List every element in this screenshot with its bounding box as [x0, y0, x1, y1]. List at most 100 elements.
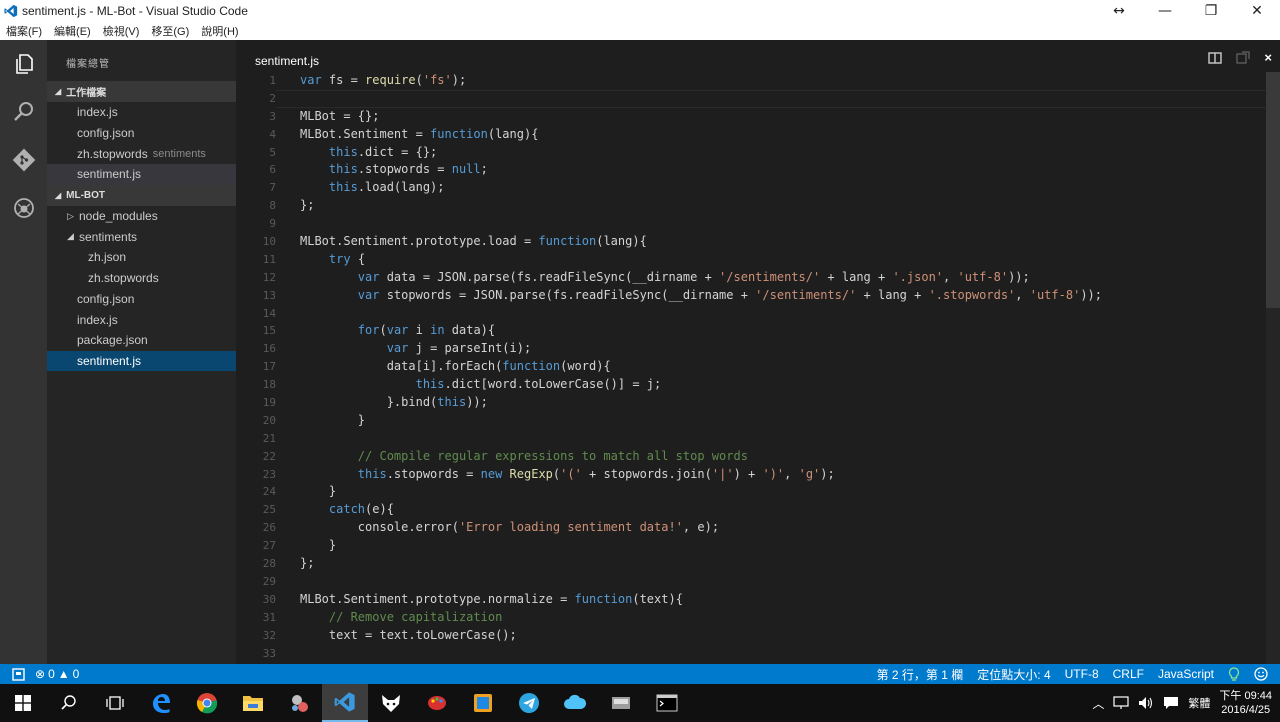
- code-line[interactable]: 24 }: [236, 483, 1266, 501]
- edge-app[interactable]: [138, 684, 184, 722]
- feedback-icon[interactable]: [12, 667, 25, 681]
- volume-icon[interactable]: [1138, 696, 1154, 710]
- working-file-item[interactable]: config.json: [47, 123, 236, 144]
- search-button[interactable]: [0, 88, 47, 136]
- encoding[interactable]: UTF-8: [1065, 667, 1099, 681]
- file-explorer-app[interactable]: [230, 684, 276, 722]
- code-line[interactable]: 12 var data = JSON.parse(fs.readFileSync…: [236, 269, 1266, 287]
- debug-button[interactable]: [0, 184, 47, 232]
- code-line[interactable]: 11 try {: [236, 251, 1266, 269]
- code-line[interactable]: 13 var stopwords = JSON.parse(fs.readFil…: [236, 287, 1266, 305]
- code-view[interactable]: 1 var fs = require('fs'); 2 3 MLBot = {}; 4 ML…: [236, 72, 1266, 664]
- open-changes-icon[interactable]: [1236, 51, 1251, 65]
- tray-expand-icon[interactable]: ︿: [1092, 695, 1104, 712]
- tree-file-active[interactable]: sentiment.js: [47, 350, 236, 372]
- app-11[interactable]: [552, 684, 598, 722]
- app-7[interactable]: [368, 684, 414, 722]
- tree-file[interactable]: index.js: [47, 309, 236, 330]
- code-line[interactable]: 15 for(var i in data){: [236, 322, 1266, 340]
- tree-file[interactable]: zh.stopwords: [47, 268, 236, 289]
- tree-folder-sentiments[interactable]: ◢ sentiments: [47, 226, 236, 247]
- code-line[interactable]: 16 var j = parseInt(i);: [236, 340, 1266, 358]
- code-line[interactable]: 14: [236, 305, 1266, 323]
- task-view-button[interactable]: [92, 684, 138, 722]
- working-files-header[interactable]: ◢ 工作檔案: [47, 81, 236, 102]
- code-line[interactable]: 28};: [236, 555, 1266, 573]
- minimize-button[interactable]: —: [1142, 3, 1188, 19]
- tree-file[interactable]: zh.json: [47, 247, 236, 268]
- file-label: index.js: [77, 105, 118, 120]
- code-line[interactable]: 26 console.error('Error loading sentimen…: [236, 519, 1266, 537]
- ime-indicator[interactable]: 繁體: [1188, 695, 1210, 711]
- code-line[interactable]: 30 MLBot.Sentiment.prototype.normalize = …: [236, 591, 1266, 609]
- line-ending[interactable]: CRLF: [1113, 667, 1144, 681]
- cortana-search-button[interactable]: [46, 684, 92, 722]
- start-button[interactable]: [0, 684, 46, 722]
- code-line[interactable]: 4 MLBot.Sentiment = function(lang){: [236, 126, 1266, 144]
- code-line[interactable]: 5 this.dict = {};: [236, 144, 1266, 162]
- notification-icon[interactable]: [1163, 696, 1179, 710]
- menu-goto[interactable]: 移至(G): [151, 23, 189, 39]
- clock[interactable]: 下午 09:44 2016/4/25: [1219, 689, 1272, 717]
- tree-folder-node-modules[interactable]: ▷ node_modules: [47, 206, 236, 227]
- smiley-icon[interactable]: [1254, 667, 1268, 681]
- language-mode[interactable]: JavaScript: [1158, 667, 1214, 681]
- menu-view[interactable]: 檢視(V): [103, 23, 140, 39]
- code-line[interactable]: 32 text = text.toLowerCase();: [236, 627, 1266, 645]
- tree-label: node_modules: [79, 209, 158, 224]
- code-line[interactable]: 9: [236, 215, 1266, 233]
- code-line[interactable]: 20 }: [236, 412, 1266, 430]
- editor-tab-title[interactable]: sentiment.js: [255, 54, 319, 68]
- close-editor-icon[interactable]: ×: [1264, 51, 1272, 65]
- code-line[interactable]: 8};: [236, 197, 1266, 215]
- code-line[interactable]: 2: [236, 89, 1266, 108]
- app-5[interactable]: [276, 684, 322, 722]
- code-line[interactable]: 33: [236, 645, 1266, 663]
- code-line[interactable]: 6 this.stopwords = null;: [236, 161, 1266, 179]
- code-line[interactable]: 21: [236, 430, 1266, 448]
- explorer-button[interactable]: [0, 40, 47, 88]
- code-line[interactable]: 17 data[i].forEach(function(word){: [236, 358, 1266, 376]
- app-12[interactable]: [598, 684, 644, 722]
- code-line[interactable]: 25 catch(e){: [236, 501, 1266, 519]
- telegram-app[interactable]: [506, 684, 552, 722]
- app-8[interactable]: [414, 684, 460, 722]
- code-line[interactable]: 23 this.stopwords = new RegExp('(' + sto…: [236, 466, 1266, 484]
- network-icon[interactable]: [1113, 696, 1130, 710]
- code-line[interactable]: 19 }.bind(this));: [236, 394, 1266, 412]
- menu-file[interactable]: 檔案(F): [6, 23, 42, 39]
- split-editor-icon[interactable]: [1208, 51, 1223, 65]
- chrome-app[interactable]: [184, 684, 230, 722]
- close-button[interactable]: ✕: [1234, 3, 1280, 19]
- code-line[interactable]: 18 this.dict[word.toLowerCase()] = j;: [236, 376, 1266, 394]
- tree-file[interactable]: config.json: [47, 289, 236, 310]
- project-header[interactable]: ◢ ML-BOT: [47, 184, 236, 206]
- menu-edit[interactable]: 編輯(E): [54, 23, 91, 39]
- resize-icon[interactable]: ↔: [1096, 3, 1142, 19]
- code-line[interactable]: 29: [236, 573, 1266, 591]
- working-file-item[interactable]: zh.stopwords sentiments: [47, 143, 236, 164]
- code-line[interactable]: 1 var fs = require('fs');: [236, 72, 1266, 90]
- menu-help[interactable]: 說明(H): [201, 23, 238, 39]
- code-line[interactable]: 3 MLBot = {};: [236, 108, 1266, 126]
- code-line[interactable]: 22 // Compile regular expressions to mat…: [236, 448, 1266, 466]
- git-button[interactable]: [0, 136, 47, 184]
- code-line[interactable]: 27 }: [236, 537, 1266, 555]
- code-line[interactable]: 7 this.load(lang);: [236, 179, 1266, 197]
- vscode-app-active[interactable]: [322, 684, 368, 722]
- indent-setting[interactable]: 定位點大小: 4: [977, 666, 1050, 683]
- editor-scrollbar-thumb[interactable]: [1266, 72, 1280, 308]
- terminal-app[interactable]: [644, 684, 690, 722]
- working-file-item[interactable]: index.js: [47, 102, 236, 123]
- lightbulb-icon[interactable]: [1228, 667, 1240, 681]
- working-file-item-selected[interactable]: sentiment.js: [47, 164, 236, 185]
- app-9[interactable]: [460, 684, 506, 722]
- code-token: ,: [784, 466, 799, 481]
- cursor-position[interactable]: 第 2 行，第 1 欄: [877, 666, 964, 683]
- tree-file[interactable]: package.json: [47, 330, 236, 351]
- restore-button[interactable]: ❐: [1188, 3, 1234, 19]
- code-line[interactable]: 31 // Remove capitalization: [236, 609, 1266, 627]
- problems-indicator[interactable]: ⊗ 0 ▲ 0: [35, 667, 79, 681]
- code-line[interactable]: 10 MLBot.Sentiment.prototype.load = funct…: [236, 233, 1266, 251]
